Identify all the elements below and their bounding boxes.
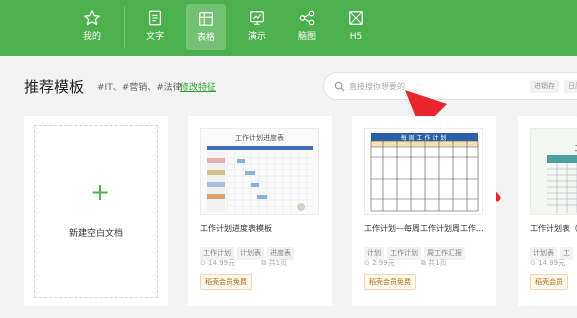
plan-table-preview	[547, 155, 577, 213]
template-name: 工作计划—每周工作计划周工作...	[364, 224, 484, 233]
template-tags: 计划 工作计划 周工作汇报	[364, 240, 468, 260]
thumbnail-title: 每 周 工 作 计 划	[400, 135, 447, 142]
nav-label: 脑图	[297, 32, 316, 42]
nav-label: 文字	[145, 32, 164, 42]
template-thumbnail: 工作计划进度表	[200, 128, 319, 215]
nav-item-h5[interactable]: H5	[336, 0, 376, 52]
search-icon	[334, 81, 345, 92]
member-badge: 稻壳会员	[530, 274, 568, 290]
price-text: ⊙ 14.99元	[200, 259, 236, 267]
presentation-icon	[250, 11, 264, 25]
nav-item-mindmap[interactable]: 脑图	[287, 0, 327, 52]
interest-tags: #IT、#营销、#法律	[97, 83, 182, 93]
search-chip[interactable]: 进销存	[530, 80, 559, 93]
nav-label: 我的	[82, 32, 101, 42]
template-tags: 工作计划 计划表 进度表	[200, 240, 297, 260]
search-chip[interactable]: 日历	[564, 80, 577, 93]
gantt-preview	[207, 146, 313, 212]
template-meta: ⊙ 2.99元 ⧉ 共1页	[364, 258, 471, 268]
new-blank-document-card[interactable]: + 新建空白文档	[24, 116, 168, 306]
nav-label: H5	[349, 32, 363, 42]
template-card[interactable]: 每 周 工 作 计 划 工作计划—每周工作计划周工作... 计划 工作计划 周工作汇…	[352, 116, 496, 306]
new-blank-label: 新建空白文档	[68, 229, 123, 239]
member-free-badge: 稻壳会员免费	[200, 274, 252, 290]
template-name: 工作计划表（	[530, 224, 577, 233]
nav-label: 表格	[196, 33, 215, 43]
template-thumbnail: 每 周 工 作 计 划	[364, 128, 483, 215]
member-free-badge: 稻壳会员免费	[364, 274, 416, 290]
mindmap-icon	[299, 10, 315, 26]
price-text: ⊙ 2.99元	[364, 259, 395, 267]
template-tags: 计划表工	[530, 240, 576, 260]
page-count-text: ⧉ 共1页	[420, 259, 447, 267]
star-icon	[84, 10, 100, 26]
template-card[interactable]: 工 作 工作计划表（ 计划表工 ⊙ 14.99元 稻壳会员	[518, 116, 577, 306]
edit-features-link[interactable]: 修改特征	[180, 80, 216, 93]
thumbnail-title: 工 作	[545, 143, 577, 154]
nav-label: 演示	[247, 32, 266, 42]
template-name: 工作计划进度表模板	[200, 224, 272, 233]
page-title: 推荐模板	[24, 78, 85, 96]
nav-item-presentation[interactable]: 演示	[237, 0, 277, 52]
document-icon	[148, 10, 162, 26]
template-thumbnail: 工 作	[530, 128, 577, 215]
template-card[interactable]: 工作计划进度表 工作计划进度表模板 工作计划 计划表 进度表 ⊙ 14.99元 ⧉ …	[188, 116, 332, 306]
nav-item-mine[interactable]: 我的	[72, 0, 112, 52]
table-icon	[199, 12, 213, 26]
template-meta: ⊙ 14.99元	[530, 258, 577, 268]
price-text: ⊙ 14.99元	[530, 259, 566, 267]
nav-divider	[124, 6, 125, 48]
nav-item-table[interactable]: 表格	[186, 4, 226, 50]
top-nav-bar: 我的 文字 表格 演示 脑图 H5	[0, 0, 577, 56]
dashed-border	[34, 125, 158, 298]
page-count-text: ⧉ 共1页	[261, 259, 288, 267]
plus-icon: +	[90, 178, 111, 206]
template-meta: ⊙ 14.99元 ⧉ 共1页	[200, 258, 311, 268]
nav-item-text[interactable]: 文字	[135, 0, 175, 52]
h5-icon	[349, 11, 363, 25]
